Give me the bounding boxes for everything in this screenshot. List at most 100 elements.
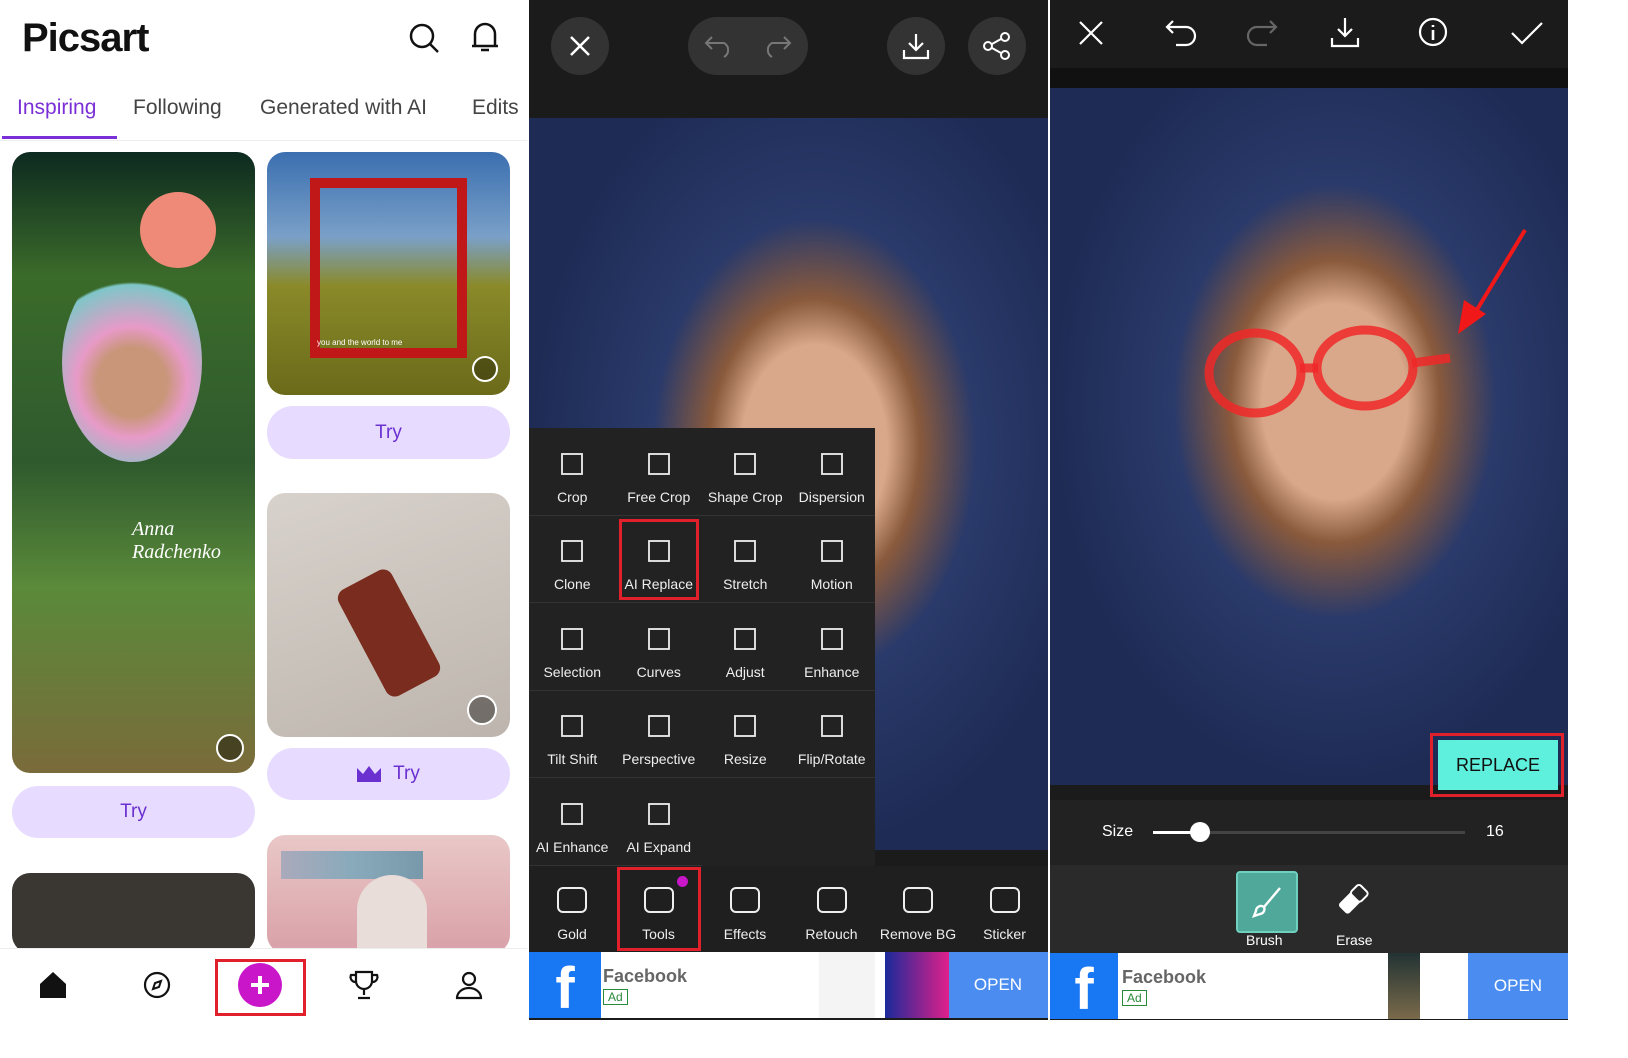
tool-motion[interactable]: Motion xyxy=(788,516,875,604)
feed-card[interactable]: you and the world to me xyxy=(267,152,510,395)
download-icon[interactable] xyxy=(1330,16,1360,48)
remove-bg-icon xyxy=(903,887,933,913)
tool-stretch[interactable]: Stretch xyxy=(702,516,789,604)
brush-icon xyxy=(1251,887,1281,918)
tool-tilt-shift[interactable]: Tilt Shift xyxy=(529,691,616,779)
tool-label: Clone xyxy=(553,576,591,593)
tool-adjust[interactable]: Adjust xyxy=(702,603,789,691)
tool-ai-enhance[interactable]: AI Enhance xyxy=(529,778,616,866)
size-label: Size xyxy=(1102,823,1134,840)
remix-icon[interactable] xyxy=(216,734,244,762)
tools-icon xyxy=(643,887,674,913)
brush-mask-glasses xyxy=(1204,325,1451,418)
replace-button[interactable]: REPLACE xyxy=(1438,740,1558,790)
feed-card[interactable] xyxy=(267,493,510,737)
tool-shape-crop[interactable]: Shape Crop xyxy=(702,428,789,516)
ad-banner[interactable]: f Facebook Ad OPEN xyxy=(529,952,1048,1018)
tool-perspective[interactable]: Perspective xyxy=(615,691,702,779)
slider-knob[interactable] xyxy=(1189,822,1210,842)
toolbar-sticker[interactable]: Sticker xyxy=(962,866,1048,952)
tab-generated-with-ai[interactable]: Generated with AI xyxy=(260,96,427,120)
size-value: 16 xyxy=(1486,823,1504,840)
eraser-icon[interactable] xyxy=(1337,883,1371,917)
size-slider[interactable] xyxy=(1153,822,1465,842)
search-icon[interactable] xyxy=(408,22,440,54)
remix-icon[interactable] xyxy=(467,695,497,725)
plus-icon xyxy=(238,963,282,1007)
nav-challenges[interactable] xyxy=(336,957,392,1013)
nav-profile[interactable] xyxy=(441,957,497,1013)
undo-redo-group xyxy=(688,17,808,75)
nav-explore[interactable] xyxy=(129,957,185,1013)
undo-icon[interactable] xyxy=(1164,18,1198,48)
bottle-shape xyxy=(334,565,444,701)
moon-shape xyxy=(140,192,216,268)
tool-crop[interactable]: Crop xyxy=(529,428,616,516)
motion-icon xyxy=(820,540,843,563)
undo-icon[interactable] xyxy=(704,34,734,58)
try-button[interactable]: Try xyxy=(267,406,510,459)
flip-rotate-icon xyxy=(820,715,843,738)
toolbar-gold[interactable]: Gold xyxy=(529,866,615,952)
brush-button[interactable] xyxy=(1236,871,1298,933)
download-button[interactable] xyxy=(887,17,945,75)
share-button[interactable] xyxy=(968,17,1026,75)
nav-home[interactable] xyxy=(25,957,81,1013)
toolbar-remove-bg[interactable]: Remove BG xyxy=(875,866,961,952)
tool-label: AI Enhance xyxy=(536,838,609,855)
tool-resize[interactable]: Resize xyxy=(702,691,789,779)
feed-card[interactable] xyxy=(12,873,255,953)
toolbar-effects[interactable]: Effects xyxy=(702,866,788,952)
feed-card[interactable]: Anna Radchenko xyxy=(12,152,255,773)
check-icon[interactable] xyxy=(1510,20,1544,46)
ad-banner[interactable]: f Facebook Ad OPEN xyxy=(1050,953,1568,1019)
curves-icon xyxy=(647,627,670,650)
crown-icon xyxy=(357,766,382,782)
tool-flip-rotate[interactable]: Flip/Rotate xyxy=(788,691,875,779)
tool-ai-replace[interactable]: AI Replace xyxy=(615,516,702,604)
ai-expand-icon xyxy=(647,803,670,825)
redo-icon[interactable] xyxy=(1245,18,1279,48)
tool-ai-expand[interactable]: AI Expand xyxy=(615,778,702,866)
tool-label: Stretch xyxy=(723,576,768,593)
try-button[interactable]: Try xyxy=(12,786,255,838)
tool-label: Free Crop xyxy=(627,488,691,505)
tab-inspiring[interactable]: Inspiring xyxy=(17,96,96,120)
bottom-toolbar: Gold Tools Effects Retouch Remove BG Sticker xyxy=(529,866,1048,952)
nav-create[interactable] xyxy=(232,957,288,1013)
close-button[interactable] xyxy=(551,17,609,75)
tool-clone[interactable]: Clone xyxy=(529,516,616,604)
toolbar-label: Tools xyxy=(642,926,675,942)
close-icon[interactable] xyxy=(1078,20,1104,46)
perspective-icon xyxy=(647,715,670,738)
toolbar-tools[interactable]: Tools xyxy=(616,866,702,952)
tool-selection[interactable]: Selection xyxy=(529,603,616,691)
tool-enhance[interactable]: Enhance xyxy=(788,603,875,691)
toolbar-retouch[interactable]: Retouch xyxy=(789,866,875,952)
tool-free-crop[interactable]: Free Crop xyxy=(615,428,702,516)
hat-shape xyxy=(357,875,427,953)
bell-icon[interactable] xyxy=(470,20,500,54)
toolbar-label: Effects xyxy=(723,926,767,942)
toolbar-label: Remove BG xyxy=(879,926,957,942)
info-icon[interactable] xyxy=(1418,17,1448,47)
size-row: Size 16 xyxy=(1050,800,1568,865)
compass-icon xyxy=(143,971,171,999)
tool-label: Crop xyxy=(557,488,588,505)
photo-canvas[interactable] xyxy=(1050,88,1568,785)
ad-open-button[interactable]: OPEN xyxy=(948,952,1048,1018)
ad-thumbnail xyxy=(819,952,875,1018)
tab-following[interactable]: Following xyxy=(133,96,222,120)
tilt-shift-icon xyxy=(561,715,584,738)
ad-open-button[interactable]: OPEN xyxy=(1468,953,1568,1019)
tab-edits[interactable]: Edits xyxy=(472,96,519,120)
signature: Anna Radchenko xyxy=(132,518,221,563)
feed-card[interactable] xyxy=(267,835,510,953)
remix-icon[interactable] xyxy=(472,356,498,382)
tool-curves[interactable]: Curves xyxy=(615,603,702,691)
redo-icon[interactable] xyxy=(762,34,792,58)
toolbar-label: Gold xyxy=(557,926,587,942)
divider xyxy=(1050,68,1568,88)
tool-dispersion[interactable]: Dispersion xyxy=(788,428,875,516)
gold-try-button[interactable]: Try xyxy=(267,748,510,800)
